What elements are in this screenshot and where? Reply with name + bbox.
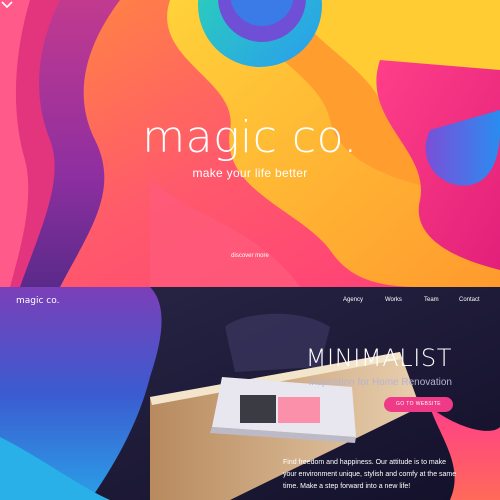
site-description: Find freedom and happiness. Our attitude… [283,459,457,490]
nav-team[interactable]: Team [424,297,439,303]
go-to-website-button[interactable]: GO TO WEBSITE [384,397,453,412]
website-preview: magic co. Agency Works Team Contact MINI… [0,287,500,500]
site-headline: MINIMALIST [305,344,452,372]
chevron-down-icon[interactable] [0,0,14,10]
discover-more-link[interactable]: discover more [0,253,500,259]
nav-contact[interactable]: Contact [459,297,480,303]
nav-works[interactable]: Works [385,297,402,303]
nav-agency[interactable]: Agency [343,297,363,303]
site-tagline: Inspiration for Home Renovation [308,377,452,388]
hero-title: magic co. [142,112,358,163]
site-logo[interactable]: magic co. [16,296,59,306]
hero-subtitle: make your life better [192,166,308,180]
hero-section: magic co. make your life better discover… [0,0,500,287]
